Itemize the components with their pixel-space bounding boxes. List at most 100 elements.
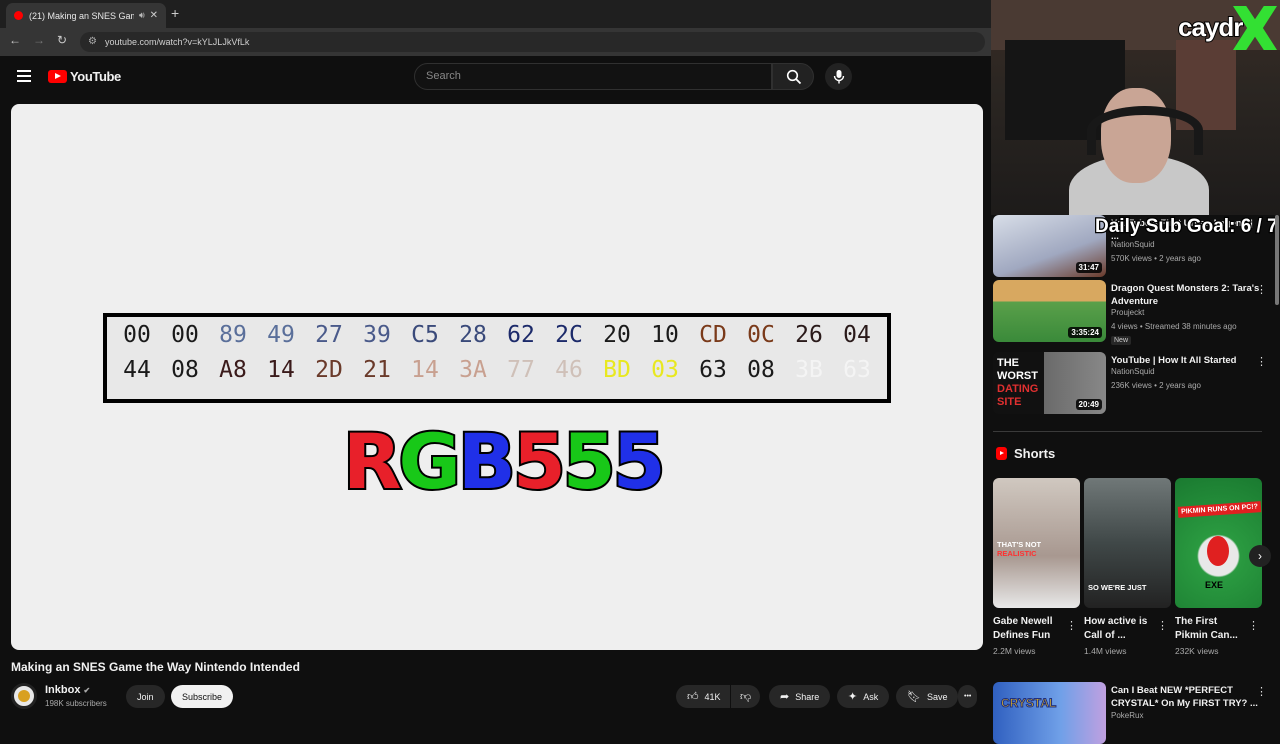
new-tab-button[interactable]: + [171,5,179,21]
rec-thumb-art: CRYSTAL [1000,696,1057,711]
dislike-button[interactable]: 👎︎ [731,685,761,708]
hex-dump: 00 00 89 49 27 39 C5 28 62 2C 20 10 CD 0C 26 04 44 08 A8 14… [107,317,887,399]
url-text: youtube.com/watch?v=kYLJLJkVfLk [105,37,250,47]
hex-byte: 44 [123,357,151,383]
hex-byte: 63 [843,357,871,383]
url-field[interactable]: ⚙ youtube.com/watch?v=kYLJLJkVfLk [80,32,985,52]
rec-meta: 236K views • 2 years ago [1111,381,1201,390]
rec-channel: NationSquid [1111,367,1155,376]
rec-channel: PokeRux [1111,711,1144,720]
forward-icon[interactable]: → [33,33,45,47]
rec-thumbnail[interactable]: 31:47 [993,215,1106,277]
rec-title: YouTube | How It All Started [1111,355,1237,366]
browser-tab[interactable]: (21) Making an SNES Game 🔊︎ ✕ [6,3,166,28]
video-title: Making an SNES Game the Way Nintendo Int… [11,660,300,674]
site-info-icon[interactable]: ⚙ [88,36,97,47]
menu-icon[interactable] [17,70,31,85]
short-caption: SO WE'RE JUST [1088,583,1147,592]
tab-close-icon[interactable]: ✕ [150,10,158,21]
subscribe-button[interactable]: Subscribe [171,685,234,708]
pikmin-figure [1207,536,1229,566]
more-icon: ••• [964,693,972,700]
hex-byte: 14 [267,357,295,383]
youtube-logo[interactable]: YouTube [48,69,121,84]
rec-title: Dragon Quest Monsters 2: Tara's Adventur… [1111,283,1260,307]
short-menu-icon[interactable]: ⋮ [1248,619,1259,632]
ask-button[interactable]: ✦ Ask [837,685,890,708]
rgb555-letter: 5 [611,417,668,506]
channel-avatar[interactable] [11,683,37,709]
rec-menu-icon[interactable]: ⋮ [1256,685,1267,698]
hex-byte: 63 [699,357,727,383]
sidebar-scrollbar[interactable] [1275,215,1279,305]
rec-thumbnail[interactable]: 3:35:24 [993,280,1106,342]
hex-byte: 08 [747,357,775,383]
streamer-logo: caydr [1177,11,1244,43]
webcam-person-head [1087,88,1203,183]
hex-byte: C5 [411,322,439,348]
search-input[interactable]: Search [414,63,772,90]
subscribe-label: Subscribe [182,691,223,702]
share-icon: ➦ [780,691,790,703]
join-button[interactable]: Join [126,685,165,708]
rgb555-letter: 5 [511,417,568,506]
rec-menu-icon[interactable]: ⋮ [1256,283,1267,296]
rgb555-title: RGB555 [341,420,668,504]
rec-video-2[interactable]: 3:35:24 Dragon Quest Monsters 2: Tara's … [993,280,1277,345]
hex-byte: 49 [267,322,295,348]
short-caption-text: THAT'S NOT [997,540,1042,549]
channel-name-text: Inkbox [45,684,81,696]
hex-byte: 0C [747,322,775,348]
rec-thumb-art: THE WORST DATING SITE [997,357,1039,408]
bookmark-icon: 🔖︎ [907,691,921,703]
search-icon [786,69,802,85]
share-button[interactable]: ➦ Share [769,685,831,708]
more-actions-button[interactable]: ••• [958,685,978,708]
hex-byte: 27 [315,322,343,348]
reload-icon[interactable]: ↻ [57,33,67,47]
rec-video-4[interactable]: CRYSTAL Can I Beat NEW *PERFECT CRYSTAL*… [993,682,1277,744]
speaker-icon[interactable]: 🔊︎ [139,10,145,21]
like-button[interactable]: 👍︎ 41K [676,685,730,708]
hex-byte: 62 [507,322,535,348]
video-player[interactable]: 00 00 89 49 27 39 C5 28 62 2C 20 10 CD 0C 26 04 44 08 A8 14… [11,104,983,650]
save-button[interactable]: 🔖︎ Save [896,685,959,708]
short-menu-icon[interactable]: ⋮ [1157,619,1168,632]
back-icon[interactable]: ← [9,33,21,47]
tab-title: (21) Making an SNES Game [29,10,134,21]
hex-byte: 3B [795,357,823,383]
rec-thumbnail[interactable]: THE WORST DATING SITE 20:49 [993,352,1106,414]
rec-title: Can I Beat NEW *PERFECT CRYSTAL* On My F… [1111,685,1258,709]
short-caption: PIKMIN RUNS ON PC!? [1177,501,1262,518]
hex-byte: 89 [219,322,247,348]
rgb555-letter: 5 [561,417,618,506]
hex-row: 00 00 89 49 27 39 C5 28 62 2C 20 10 CD 0C 26 04 [107,317,887,352]
save-label: Save [926,691,948,702]
verified-icon: ✔ [83,686,91,695]
voice-search-button[interactable] [825,63,852,90]
search-button[interactable] [772,63,814,90]
short-thumbnail-3[interactable]: PIKMIN RUNS ON PC!? EXE [1175,478,1262,608]
short-thumbnail-2[interactable]: SO WE'RE JUST [1084,478,1171,608]
sparkle-icon: ✦ [848,691,858,703]
address-bar: ← → ↻ ⚙ youtube.com/watch?v=kYLJLJkVfLk [0,28,991,56]
thumbs-up-icon: 👍︎ [687,691,699,703]
join-label: Join [137,691,154,702]
rec-meta: 570K views • 2 years ago [1111,254,1201,263]
hex-byte: 77 [507,357,535,383]
rec-menu-icon[interactable]: ⋮ [1256,355,1267,368]
rec-duration: 3:35:24 [1068,327,1102,338]
browser-tab-bar: (21) Making an SNES Game 🔊︎ ✕ + [0,0,991,28]
shorts-next-button[interactable]: › [1249,545,1271,567]
rec-thumbnail[interactable]: CRYSTAL [993,682,1106,744]
rgb555-letter: G [397,417,463,506]
hex-byte: 03 [651,357,679,383]
rec-video-3[interactable]: THE WORST DATING SITE 20:49 YouTube | How I… [993,352,1277,414]
short-menu-icon[interactable]: ⋮ [1066,619,1077,632]
channel-name[interactable]: Inkbox ✔ [45,684,90,696]
short-views: 2.2M views [993,646,1036,656]
mic-icon [833,70,845,84]
hex-byte: 2C [555,322,583,348]
short-thumbnail-1[interactable]: THAT'S NOT REALISTIC [993,478,1080,608]
hex-byte: 46 [555,357,583,383]
